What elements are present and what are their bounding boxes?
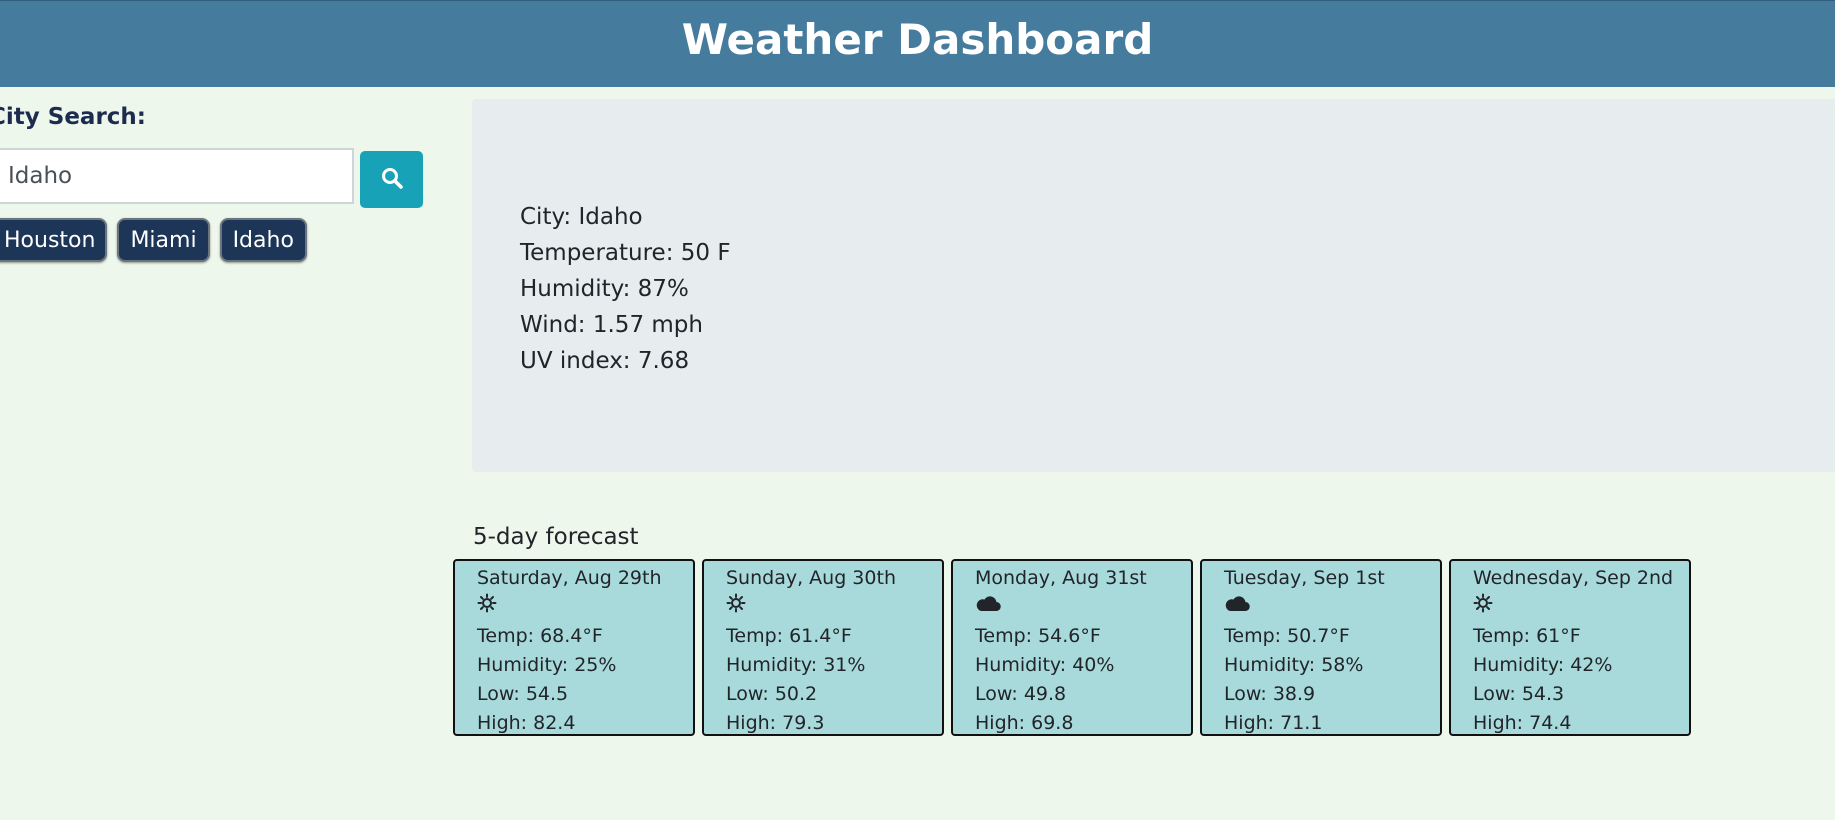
forecast-date: Wednesday, Sep 2nd <box>1473 567 1674 589</box>
forecast-low: Low: 54.3 <box>1473 683 1565 705</box>
forecast-humidity: Humidity: 25% <box>477 654 617 676</box>
forecast-date: Monday, Aug 31st <box>975 567 1147 589</box>
forecast-low: Low: 38.9 <box>1224 683 1316 705</box>
cloud-icon <box>1224 593 1250 622</box>
history-button-idaho[interactable]: Idaho <box>219 218 307 262</box>
current-weather-panel: City: Idaho Temperature: 50 F Humidity: … <box>472 99 1835 472</box>
forecast-humidity: Humidity: 42% <box>1473 654 1613 676</box>
sun-icon <box>1473 593 1493 622</box>
current-wind: Wind: 1.57 mph <box>520 312 703 338</box>
forecast-card: Tuesday, Sep 1st Temp: 50.7°F Humidity: … <box>1200 559 1442 736</box>
forecast-low: Low: 49.8 <box>975 683 1067 705</box>
sun-icon <box>477 593 497 622</box>
search-button[interactable] <box>360 151 423 208</box>
history-button-houston[interactable]: Houston <box>0 218 108 262</box>
sun-icon <box>726 593 746 622</box>
header-bar: Weather Dashboard <box>0 0 1835 87</box>
forecast-high: High: 69.8 <box>975 712 1074 734</box>
forecast-date: Tuesday, Sep 1st <box>1224 567 1385 589</box>
forecast-high: High: 79.3 <box>726 712 825 734</box>
forecast-temp: Temp: 50.7°F <box>1224 625 1350 647</box>
forecast-card: Wednesday, Sep 2nd Temp: 61°F Humidity: … <box>1449 559 1691 736</box>
history-button-miami[interactable]: Miami <box>117 218 210 262</box>
forecast-humidity: Humidity: 40% <box>975 654 1115 676</box>
forecast-card: Sunday, Aug 30th Temp: 61.4°F Humidity: … <box>702 559 944 736</box>
forecast-low: Low: 54.5 <box>477 683 569 705</box>
current-temperature: Temperature: 50 F <box>520 240 731 266</box>
forecast-temp: Temp: 61°F <box>1473 625 1581 647</box>
forecast-humidity: Humidity: 31% <box>726 654 866 676</box>
current-city: City: Idaho <box>520 204 643 230</box>
forecast-temp: Temp: 54.6°F <box>975 625 1101 647</box>
forecast-humidity: Humidity: 58% <box>1224 654 1364 676</box>
forecast-high: High: 82.4 <box>477 712 576 734</box>
search-icon <box>380 166 404 193</box>
search-history: Houston Miami Idaho <box>0 218 307 262</box>
city-search-input[interactable] <box>0 148 354 204</box>
forecast-temp: Temp: 61.4°F <box>726 625 852 647</box>
forecast-card: Monday, Aug 31st Temp: 54.6°F Humidity: … <box>951 559 1193 736</box>
forecast-heading: 5-day forecast <box>473 524 639 550</box>
city-search-label: City Search: <box>0 104 146 130</box>
forecast-low: Low: 50.2 <box>726 683 818 705</box>
forecast-card: Saturday, Aug 29th Temp: 68.4°F Humidity… <box>453 559 695 736</box>
current-uv-index: UV index: 7.68 <box>520 348 690 374</box>
cloud-icon <box>975 593 1001 622</box>
forecast-date: Saturday, Aug 29th <box>477 567 662 589</box>
forecast-temp: Temp: 68.4°F <box>477 625 603 647</box>
current-humidity: Humidity: 87% <box>520 276 689 302</box>
forecast-cards: Saturday, Aug 29th Temp: 68.4°F Humidity… <box>453 559 1691 736</box>
forecast-high: High: 71.1 <box>1224 712 1323 734</box>
forecast-high: High: 74.4 <box>1473 712 1572 734</box>
forecast-date: Sunday, Aug 30th <box>726 567 896 589</box>
page-title: Weather Dashboard <box>681 15 1154 64</box>
